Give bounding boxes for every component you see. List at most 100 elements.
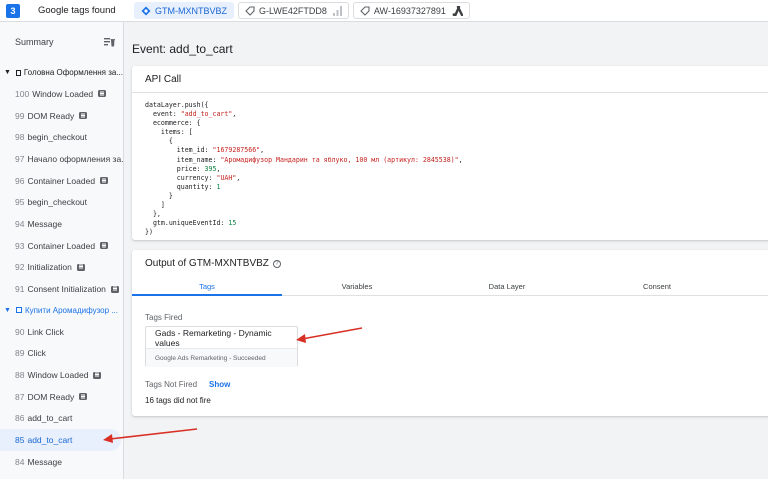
event-item[interactable]: 85 add_to_cart	[0, 429, 121, 451]
tag-count-badge: 3	[6, 3, 20, 18]
event-number: 93	[15, 240, 25, 251]
tab-tags[interactable]: Tags	[132, 277, 282, 296]
code-line: quantity: 1	[145, 183, 768, 192]
event-label: Initialization	[27, 262, 72, 273]
collapse-caret-icon[interactable]: ▼	[4, 307, 11, 314]
api-call-title: API Call	[132, 66, 768, 93]
code-token: item_name:	[145, 155, 221, 164]
event-label: Link Click	[27, 326, 64, 337]
tab-data-layer[interactable]: Data Layer	[432, 277, 582, 295]
code-token: ecommerce: {	[145, 119, 201, 128]
event-label: Click	[27, 348, 46, 359]
code-line: {	[145, 137, 768, 146]
event-item[interactable]: 99 DOM Ready	[0, 105, 123, 127]
event-item[interactable]: 97 Начало оформления за...	[0, 148, 123, 170]
event-item[interactable]: 87 DOM Ready	[0, 386, 123, 408]
code-token: ,	[236, 173, 241, 182]
code-line: gtm.uniqueEventId: 15	[145, 219, 768, 228]
code-token: ,	[458, 155, 463, 164]
code-line: event: "add_to_cart",	[145, 110, 768, 119]
container-tab-2[interactable]: G-LWE42FTDD8	[238, 2, 349, 19]
tag-fired-icon	[98, 90, 107, 98]
event-item[interactable]: 94 Message	[0, 213, 123, 235]
fired-tag-card[interactable]: Gads - Remarketing - Dynamic values Goog…	[145, 326, 298, 367]
tag-fired-icon	[93, 371, 102, 379]
event-number: 98	[15, 132, 25, 143]
code-token: },	[145, 210, 161, 219]
event-label: add_to_cart	[27, 435, 73, 446]
container-tab-label: G-LWE42FTDD8	[259, 5, 327, 16]
page-group[interactable]: ▼ Купити Аромадифузор ...	[0, 300, 123, 321]
event-number: 85	[15, 435, 25, 446]
main-panel: Event: add_to_cart API Call dataLayer.pu…	[124, 22, 768, 479]
code-line: price: 395,	[145, 165, 768, 174]
code-token: {	[145, 137, 173, 146]
code-line: ]	[145, 201, 768, 210]
tags-not-fired-row: Tags Not Fired Show	[145, 380, 230, 389]
page-icon	[15, 307, 22, 314]
event-item[interactable]: 96 Container Loaded	[0, 170, 123, 192]
event-number: 96	[15, 175, 25, 186]
show-not-fired-button[interactable]: Show	[209, 380, 230, 389]
tag-fired-icon	[76, 263, 85, 271]
ga4-tag-icon	[245, 5, 255, 16]
collapse-caret-icon[interactable]: ▼	[4, 69, 11, 76]
output-tabs: Tags Variables Data Layer Consent	[132, 277, 768, 296]
event-item[interactable]: 93 Container Loaded	[0, 235, 123, 257]
fired-tag-name: Gads - Remarketing - Dynamic values	[146, 327, 297, 349]
code-line: item_id: "1679287566",	[145, 146, 768, 155]
event-number: 84	[15, 456, 25, 467]
event-item[interactable]: 95 begin_checkout	[0, 191, 123, 213]
clear-list-icon[interactable]	[104, 37, 115, 47]
code-token: "UAH"	[216, 173, 237, 182]
code-token: }	[145, 191, 173, 200]
code-line: dataLayer.push({	[145, 101, 768, 110]
page-title: Event: add_to_cart	[132, 42, 233, 56]
output-card: Output of GTM-MXNTBVBZ ? Tags Variables Da…	[132, 250, 768, 416]
event-item[interactable]: 100 Window Loaded	[0, 83, 123, 105]
code-token: ]	[145, 201, 165, 210]
event-item[interactable]: 98 begin_checkout	[0, 126, 123, 148]
tab-consent[interactable]: Consent	[582, 277, 732, 295]
tab-variables[interactable]: Variables	[282, 277, 432, 295]
event-label: Window Loaded	[27, 370, 89, 381]
code-token: item_id:	[145, 146, 213, 155]
event-number: 88	[15, 370, 25, 381]
code-token: "1679287566"	[212, 146, 261, 155]
code-token: currency:	[145, 173, 217, 182]
tag-fired-icon	[79, 393, 88, 401]
event-label: begin_checkout	[27, 197, 88, 208]
event-item[interactable]: 92 Initialization	[0, 257, 123, 279]
code-line: currency: "UAH",	[145, 174, 768, 183]
page-group-label: Головна Оформлення за...	[23, 68, 123, 77]
event-item[interactable]: 84 Message	[0, 451, 123, 473]
analytics-bars-icon	[332, 5, 342, 16]
event-label: add_to_cart	[27, 413, 73, 424]
page-group[interactable]: ▼ Головна Оформлення за...	[0, 62, 123, 83]
event-item[interactable]: 90 Link Click	[0, 321, 123, 343]
help-icon[interactable]: ?	[272, 259, 281, 268]
code-token: event:	[145, 110, 181, 119]
container-tab-3[interactable]: AW-16937327891	[352, 2, 470, 19]
output-title: Output of GTM-MXNTBVBZ	[145, 258, 269, 269]
code-line: item_name: "Аромадифузор Мандарин та ябл…	[145, 156, 768, 165]
tags-found-title: Google tags found	[38, 5, 116, 16]
code-line: items: [	[145, 128, 768, 137]
event-item[interactable]: 91 Consent Initialization	[0, 278, 123, 300]
event-item[interactable]: 89 Click	[0, 343, 123, 365]
tag-fired-icon	[79, 112, 88, 120]
event-item[interactable]: 86 add_to_cart	[0, 408, 123, 430]
event-number: 90	[15, 326, 25, 337]
code-token: dataLayer.push({	[145, 101, 209, 109]
code-line: ecommerce: {	[145, 119, 768, 128]
page-icon	[15, 69, 21, 76]
event-item[interactable]: 88 Window Loaded	[0, 364, 123, 386]
event-label: begin_checkout	[27, 132, 88, 143]
code-token: "add_to_cart"	[180, 110, 233, 119]
container-tab-1[interactable]: GTM-MXNTBVBZ	[134, 2, 234, 19]
event-number: 95	[15, 197, 25, 208]
event-label: Container Loaded	[27, 240, 96, 251]
code-token: })	[145, 228, 153, 237]
summary-item[interactable]: Summary	[0, 22, 123, 62]
container-tab-label: AW-16937327891	[373, 5, 446, 16]
